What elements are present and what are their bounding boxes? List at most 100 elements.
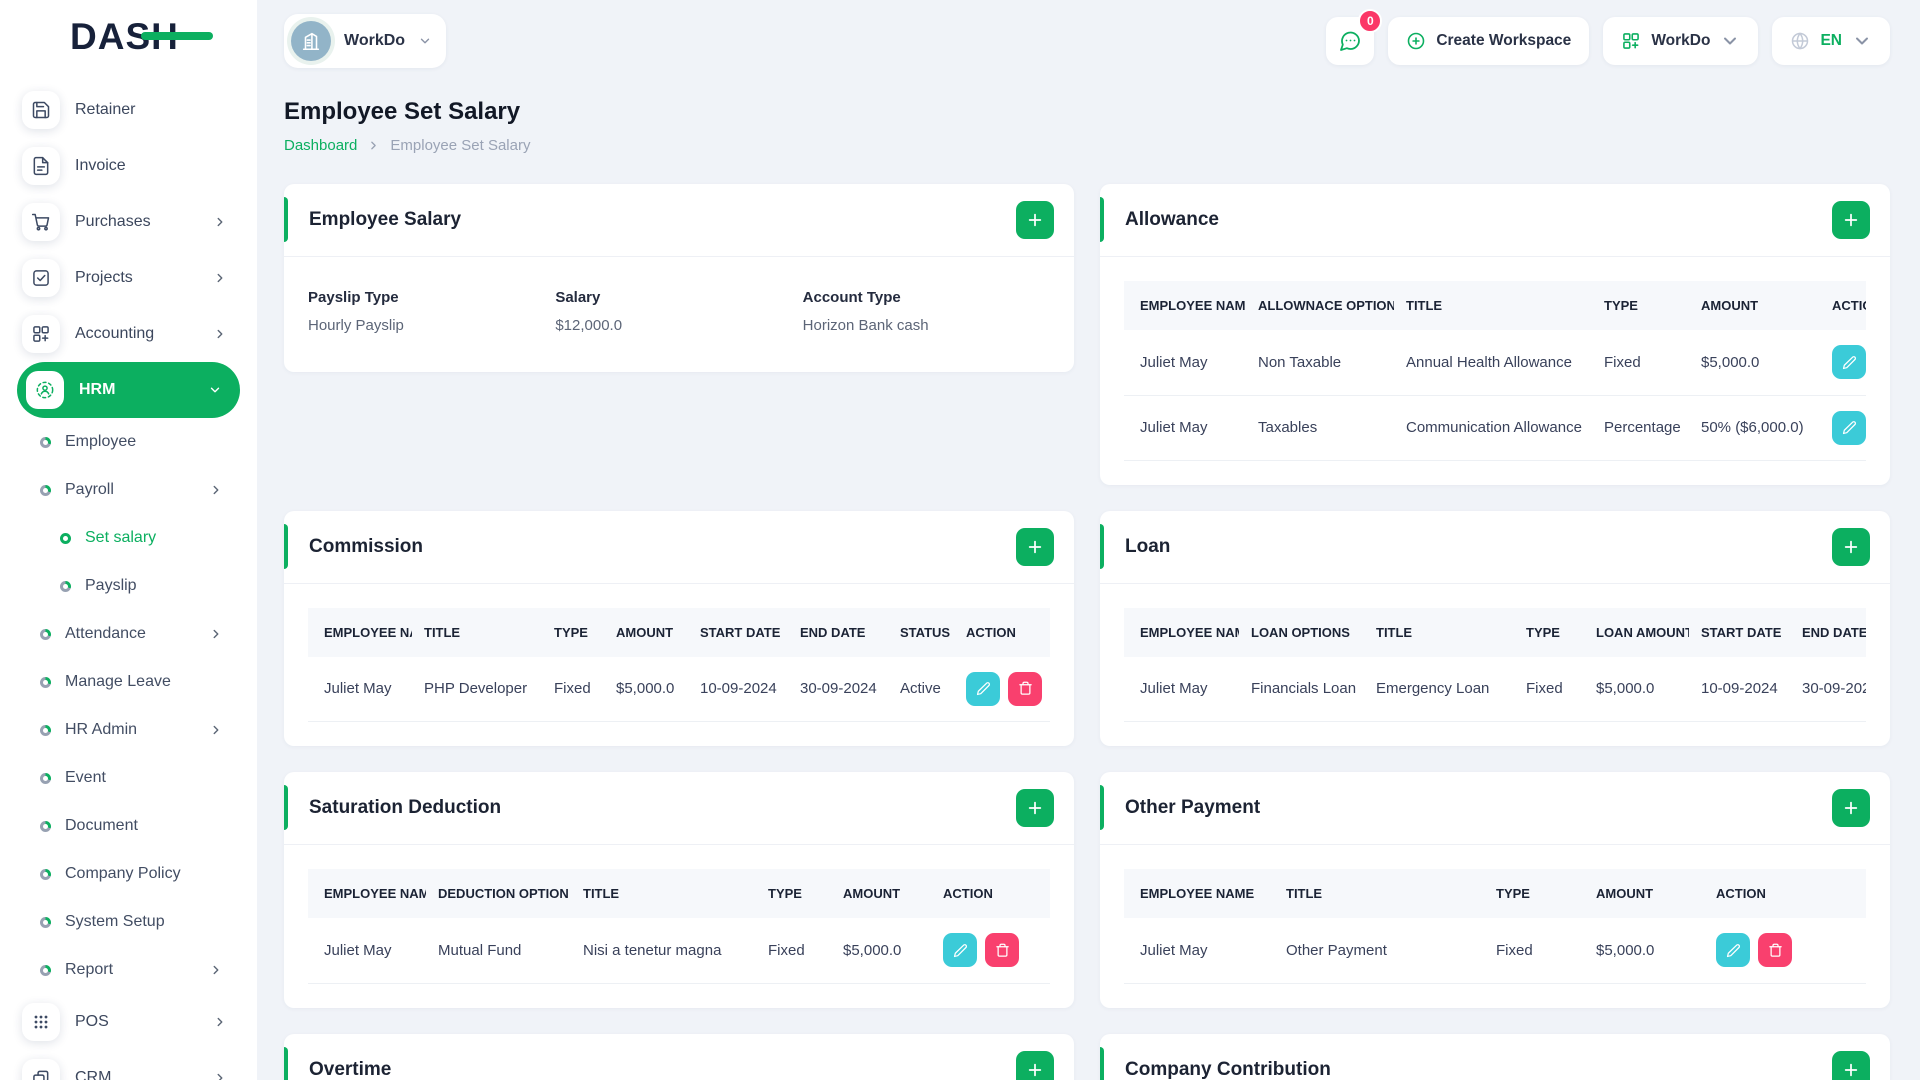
table-row: Juliet May Mutual Fund Nisi a tenetur magn…	[308, 918, 1050, 984]
sidebar-item-payroll[interactable]: Payroll	[0, 466, 257, 514]
plus-icon	[1027, 539, 1043, 555]
allowance-table: EMPLOYEE NAME ALLOWNACE OPTION TITLE TYPE AM…	[1124, 281, 1866, 461]
add-other-payment-button[interactable]	[1832, 789, 1870, 827]
column-header-status: STATUS	[900, 624, 951, 640]
table-cell: 50% ($6,000.0)	[1689, 395, 1820, 461]
card-title: Overtime	[309, 1058, 392, 1080]
sidebar-item-accounting[interactable]: Accounting	[0, 306, 257, 362]
page-title: Employee Set Salary	[284, 98, 521, 125]
cards-grid: Employee Salary Payslip Type Hourly Paysl…	[284, 184, 1890, 1080]
plus-icon	[1843, 1062, 1859, 1078]
table-cell: 30-09-2024	[1790, 656, 1866, 722]
column-header-action: ACTION	[1832, 298, 1866, 313]
bullet-icon	[40, 964, 51, 976]
sidebar-item-projects[interactable]: Projects	[0, 250, 257, 306]
chevron-right-icon	[367, 139, 380, 152]
company-contribution-card: Company Contribution	[1100, 1033, 1890, 1080]
column-header-start-date: START DATE	[1701, 624, 1782, 640]
brand-logo-text: DASH	[70, 18, 213, 55]
add-company-contribution-button[interactable]	[1832, 1050, 1870, 1080]
add-saturation-deduction-button[interactable]	[1016, 789, 1054, 827]
sidebar-item-report[interactable]: Report	[0, 946, 257, 994]
column-header-end-date: END DATE	[800, 624, 866, 640]
delete-button[interactable]	[985, 933, 1019, 968]
add-overtime-button[interactable]	[1016, 1050, 1054, 1080]
sidebar-item-label: HRM	[79, 381, 116, 398]
sidebar-item-company-policy[interactable]: Company Policy	[0, 850, 257, 898]
sidebar-item-label: Set salary	[85, 529, 157, 546]
delete-button[interactable]	[1008, 671, 1042, 706]
sidebar-item-invoice[interactable]: Invoice	[0, 138, 257, 194]
sidebar-item-retainer[interactable]: Retainer	[0, 82, 257, 138]
edit-button[interactable]	[943, 933, 977, 968]
sidebar-item-label: Company Policy	[65, 865, 181, 882]
app-switcher-button[interactable]: WorkDo	[1603, 17, 1759, 65]
table-cell: PHP Developer	[412, 656, 542, 722]
table-cell: 30-09-2024	[788, 656, 888, 722]
sidebar-item-label: Projects	[75, 269, 133, 286]
sidebar-item-event[interactable]: Event	[0, 754, 257, 802]
pencil-icon	[976, 681, 991, 696]
messages-button[interactable]: 0	[1326, 9, 1383, 65]
sidebar-item-employee[interactable]: Employee	[0, 418, 257, 466]
card-header: Company Contribution	[1100, 1034, 1890, 1080]
sidebar-item-crm[interactable]: CRM	[0, 1050, 257, 1080]
invoice-icon	[22, 147, 60, 185]
brand-logo[interactable]: DASH	[0, 0, 257, 72]
logo-crossbar-icon	[140, 32, 213, 40]
sidebar-item-set-salary[interactable]: Set salary	[0, 514, 257, 562]
chevron-down-icon	[208, 383, 222, 397]
create-workspace-button[interactable]: Create Workspace	[1388, 17, 1590, 65]
table-cell: Financials Loan	[1239, 656, 1364, 722]
edit-button[interactable]	[1832, 410, 1866, 445]
card-header: Loan	[1100, 511, 1890, 584]
add-employee-salary-button[interactable]	[1016, 201, 1054, 239]
chevron-right-icon	[213, 1015, 227, 1029]
sidebar-item-system-setup[interactable]: System Setup	[0, 898, 257, 946]
sidebar-item-hr-admin[interactable]: HR Admin	[0, 706, 257, 754]
field-value: $12,000.0	[555, 317, 623, 334]
sidebar-item-payslip[interactable]: Payslip	[0, 562, 257, 610]
loan-card: Loan EMPLOYEE NAME LOAN OPTIONS TITLE TYPE L…	[1100, 510, 1890, 746]
column-header-action: ACTION	[966, 624, 1016, 640]
sidebar-item-label: POS	[75, 1013, 109, 1030]
table-cell: Emergency Loan	[1364, 656, 1514, 722]
sidebar-item-hrm[interactable]: HRM	[17, 362, 240, 418]
card-title: Other Payment	[1125, 797, 1261, 818]
add-allowance-button[interactable]	[1832, 201, 1870, 239]
edit-button[interactable]	[1832, 345, 1866, 380]
column-header-title: TITLE	[583, 886, 620, 901]
employee-salary-card: Employee Salary Payslip Type Hourly Paysl…	[284, 184, 1074, 372]
plus-icon	[1027, 800, 1043, 816]
trash-icon	[1018, 681, 1033, 696]
breadcrumb-dashboard-link[interactable]: Dashboard	[284, 137, 357, 154]
table-cell: Taxables	[1246, 395, 1394, 461]
sidebar-item-purchases[interactable]: Purchases	[0, 194, 257, 250]
page-content: Employee Set Salary Dashboard Employee S…	[257, 72, 1920, 1080]
other-payment-table: EMPLOYEE NAME TITLE TYPE AMOUNT ACTION Juliet…	[1124, 869, 1866, 984]
add-commission-button[interactable]	[1016, 527, 1054, 566]
sidebar-item-label: CRM	[75, 1069, 112, 1080]
card-header: Saturation Deduction	[284, 772, 1074, 845]
field-account-type: Account Type Horizon Bank cash	[803, 289, 1050, 334]
edit-button[interactable]	[1716, 933, 1750, 968]
sidebar-item-manage-leave[interactable]: Manage Leave	[0, 658, 257, 706]
sidebar-item-document[interactable]: Document	[0, 802, 257, 850]
delete-button[interactable]	[1758, 933, 1792, 968]
column-header-amount: AMOUNT	[1701, 298, 1759, 313]
edit-button[interactable]	[966, 671, 1000, 706]
table-cell: Nisi a tenetur magna	[571, 918, 756, 984]
table-cell: Communication Allowance	[1394, 395, 1592, 461]
column-header-amount: AMOUNT	[616, 624, 674, 640]
table-cell-actions	[931, 918, 1050, 984]
add-loan-button[interactable]	[1832, 527, 1870, 566]
column-header-type: TYPE	[1526, 624, 1560, 640]
sidebar-item-pos[interactable]: POS	[0, 994, 257, 1050]
table-cell: $5,000.0	[1584, 656, 1689, 722]
column-header-loan-amount: LOAN AMOUNT	[1596, 624, 1689, 640]
chevron-down-icon	[1852, 31, 1872, 51]
sidebar-item-attendance[interactable]: Attendance	[0, 610, 257, 658]
logo-dash-accent-icon	[164, 32, 176, 40]
workspace-switcher[interactable]: WorkDo	[284, 14, 447, 68]
language-selector[interactable]: EN	[1772, 17, 1890, 65]
